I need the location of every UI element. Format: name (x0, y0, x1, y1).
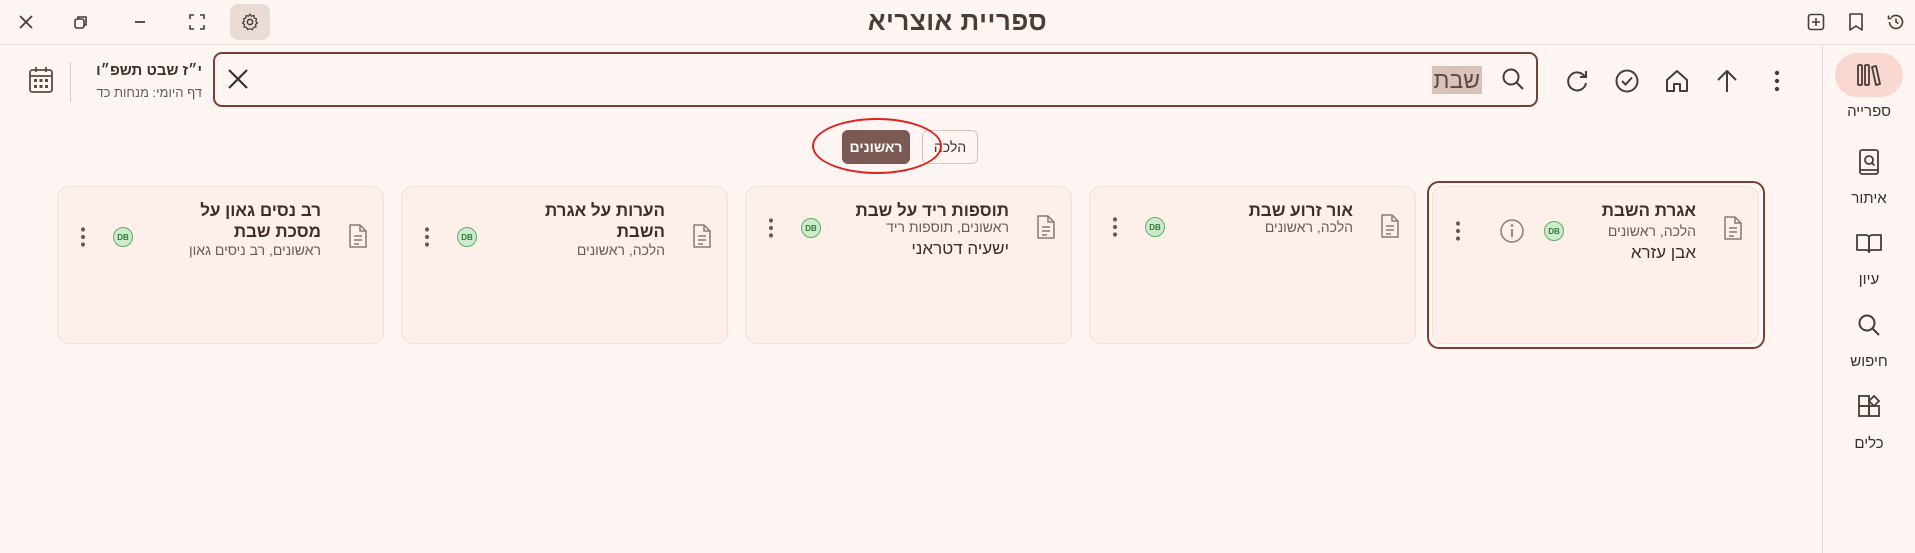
book-title: אור זרוע שבת (1248, 201, 1353, 220)
book-categories: הלכה, ראשונים (576, 242, 665, 258)
book-categories: הלכה, ראשונים (1607, 223, 1696, 239)
more-vertical-icon[interactable] (79, 226, 87, 248)
date-widget: י״ז שבט תשפ״ו דף היומי: מנחות כד (28, 60, 202, 108)
filter-chip-halacha[interactable]: הלכה (922, 130, 978, 164)
db-badge: DB (1145, 217, 1165, 237)
more-vertical-icon[interactable] (1454, 220, 1462, 242)
nav-label: ספרייה (1847, 103, 1891, 120)
book-author: ישעיה דטראני (911, 239, 1009, 258)
history-icon[interactable] (1876, 4, 1915, 40)
nav-search[interactable]: חיפוש (1823, 303, 1915, 370)
nav-find[interactable]: איתור (1823, 140, 1915, 207)
book-title: אגרת השבת (1601, 201, 1696, 220)
result-card[interactable]: רב נסים גאון על מסכת שבת ראשונים, רב ניס… (57, 186, 384, 344)
tools-icon (1835, 385, 1903, 429)
document-icon (1035, 214, 1057, 240)
refresh-icon[interactable] (1557, 61, 1597, 101)
search-icon (1835, 303, 1903, 347)
info-icon[interactable] (1499, 218, 1525, 244)
nav-label: חיפוש (1850, 353, 1888, 370)
check-circle-icon[interactable] (1607, 61, 1647, 101)
more-vertical-icon[interactable] (423, 226, 431, 248)
navigation-rail: ספרייה איתור עיון חיפוש כלים (1822, 45, 1915, 553)
result-card[interactable]: אגרת השבת הלכה, ראשונים אבן עזרא DB (1432, 186, 1759, 344)
document-icon (691, 223, 713, 249)
find-book-icon (1835, 140, 1903, 184)
document-icon (1722, 215, 1744, 241)
nav-label: איתור (1851, 190, 1887, 207)
filter-chip-rishonim[interactable]: ראשונים (842, 130, 910, 164)
daf-yomi: דף היומי: מנחות כד (96, 85, 202, 100)
more-vertical-icon[interactable] (1111, 216, 1119, 238)
home-icon[interactable] (1657, 61, 1697, 101)
book-title: הערות על אגרת השבת (544, 201, 665, 241)
divider (70, 62, 71, 102)
book-categories: ראשונים, תוספות ריד (886, 219, 1009, 235)
book-title: תוספות ריד על שבת (855, 201, 1009, 220)
calendar-icon[interactable] (28, 66, 54, 94)
book-title: רב נסים גאון על מסכת שבת (200, 201, 321, 241)
nav-label: עיון (1858, 271, 1880, 288)
db-badge: DB (457, 227, 477, 247)
search-input[interactable]: שבת (1431, 66, 1482, 94)
db-badge: DB (1544, 221, 1564, 241)
result-card[interactable]: אור זרוע שבת הלכה, ראשונים DB (1089, 186, 1416, 344)
nav-label: כלים (1854, 435, 1884, 452)
app-title: ספריית אוצריא (867, 6, 1048, 36)
add-box-icon[interactable] (1796, 4, 1836, 40)
result-card[interactable]: תוספות ריד על שבת ראשונים, תוספות ריד יש… (745, 186, 1072, 344)
document-icon (1379, 213, 1401, 239)
nav-tools[interactable]: כלים (1823, 385, 1915, 452)
title-bar: ספריית אוצריא (0, 0, 1915, 45)
close-icon[interactable] (225, 66, 251, 92)
bookmark-icon[interactable] (1836, 4, 1876, 40)
document-icon (347, 223, 369, 249)
book-categories: הלכה, ראשונים (1264, 219, 1353, 235)
book-author: אבן עזרא (1630, 243, 1696, 262)
arrow-up-icon[interactable] (1707, 61, 1747, 101)
book-categories: ראשונים, רב ניסים גאון (189, 242, 321, 258)
nav-library[interactable]: ספרייה (1823, 53, 1915, 120)
library-icon (1835, 53, 1903, 97)
open-book-icon (1835, 221, 1903, 265)
result-card[interactable]: הערות על אגרת השבת הלכה, ראשונים DB (401, 186, 728, 344)
db-badge: DB (801, 218, 821, 238)
more-vertical-icon[interactable] (1757, 61, 1797, 101)
nav-study[interactable]: עיון (1823, 221, 1915, 288)
search-icon[interactable] (1500, 66, 1526, 92)
db-badge: DB (113, 227, 133, 247)
search-field[interactable]: שבת (213, 52, 1538, 107)
hebrew-date: י״ז שבט תשפ״ו (96, 62, 202, 79)
more-vertical-icon[interactable] (767, 217, 775, 239)
